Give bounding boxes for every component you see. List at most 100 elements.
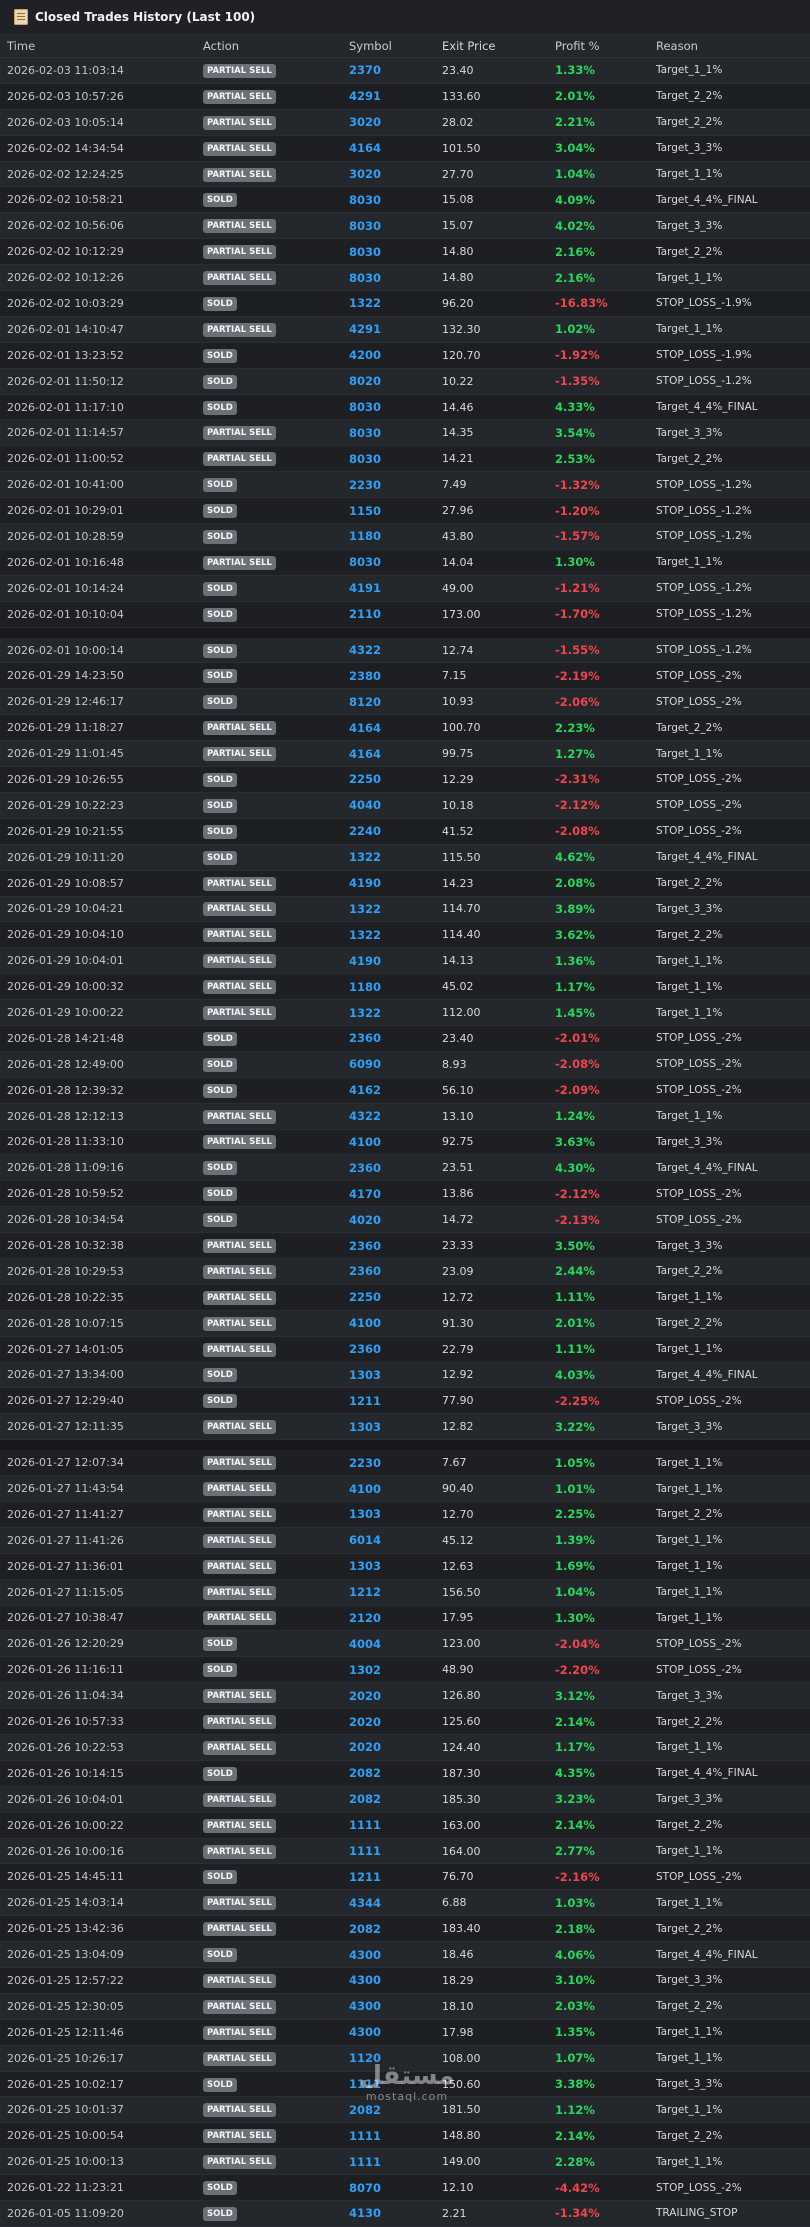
symbol-cell[interactable]: 4020 — [349, 1213, 442, 1227]
symbol-cell[interactable]: 4300 — [349, 2025, 442, 2039]
table-row[interactable]: 2026-01-27 11:36:01 PARTIAL SELL 1303 12.63… — [0, 1553, 810, 1580]
column-header-profit[interactable]: Profit % — [555, 39, 656, 53]
table-row[interactable]: 2026-01-28 12:39:32 SOLD 4162 56.10 -2.09% ST… — [0, 1077, 810, 1104]
symbol-cell[interactable]: 8030 — [349, 426, 442, 440]
table-row[interactable]: 2026-01-29 10:04:10 PARTIAL SELL 1322 114.4… — [0, 922, 810, 949]
table-row[interactable]: 2026-02-01 11:14:57 PARTIAL SELL 8030 14.35… — [0, 420, 810, 447]
table-row[interactable]: 2026-01-29 10:00:22 PARTIAL SELL 1322 112.0… — [0, 1000, 810, 1026]
symbol-cell[interactable]: 1303 — [349, 1368, 442, 1382]
table-row[interactable]: 2026-01-26 12:20:29 SOLD 4004 123.00 -2.04% S… — [0, 1631, 810, 1658]
table-row[interactable]: 2026-02-03 11:03:14 PARTIAL SELL 2370 23.40… — [0, 58, 810, 84]
symbol-cell[interactable]: 6090 — [349, 1057, 442, 1071]
table-row[interactable]: 2026-01-26 10:04:01 PARTIAL SELL 2082 185.3… — [0, 1786, 810, 1813]
symbol-cell[interactable]: 1303 — [349, 1559, 442, 1573]
symbol-cell[interactable]: 1322 — [349, 296, 442, 310]
table-row[interactable]: 2026-01-28 10:59:52 SOLD 4170 13.86 -2.12% ST… — [0, 1181, 810, 1208]
table-row[interactable]: 2026-01-27 11:15:05 PARTIAL SELL 1212 156.5… — [0, 1579, 810, 1606]
table-row[interactable]: 2026-01-26 11:04:34 PARTIAL SELL 2020 126.8… — [0, 1683, 810, 1710]
symbol-cell[interactable]: 2020 — [349, 1715, 442, 1729]
table-row[interactable]: 2026-02-01 11:00:52 PARTIAL SELL 8030 14.21… — [0, 446, 810, 473]
symbol-cell[interactable]: 4322 — [349, 1109, 442, 1123]
symbol-cell[interactable]: 4300 — [349, 1948, 442, 1962]
table-row[interactable]: 2026-01-28 12:12:13 PARTIAL SELL 4322 13.10… — [0, 1103, 810, 1130]
table-row[interactable]: 2026-01-27 12:29:40 SOLD 1211 77.90 -2.25% ST… — [0, 1388, 810, 1415]
table-row[interactable]: 2026-01-28 10:29:53 PARTIAL SELL 2360 23.09… — [0, 1258, 810, 1285]
symbol-cell[interactable]: 1111 — [349, 1844, 442, 1858]
table-row[interactable]: 2026-01-25 13:42:36 PARTIAL SELL 2082 183.4… — [0, 1916, 810, 1943]
symbol-cell[interactable]: 4190 — [349, 954, 442, 968]
table-row[interactable]: 2026-01-28 10:32:38 PARTIAL SELL 2360 23.33… — [0, 1233, 810, 1259]
symbol-cell[interactable]: 1150 — [349, 504, 442, 518]
symbol-cell[interactable]: 1111 — [349, 2129, 442, 2143]
symbol-cell[interactable]: 4164 — [349, 721, 442, 735]
table-row[interactable]: 2026-02-02 10:12:29 PARTIAL SELL 8030 14.80… — [0, 239, 810, 266]
table-row[interactable]: 2026-02-01 13:23:52 SOLD 4200 120.70 -1.92% S… — [0, 342, 810, 369]
symbol-cell[interactable]: 1303 — [349, 1420, 442, 1434]
symbol-cell[interactable]: 2082 — [349, 1792, 442, 1806]
table-row[interactable]: 2026-01-29 10:26:55 SOLD 2250 12.29 -2.31% ST… — [0, 767, 810, 793]
symbol-cell[interactable]: 4291 — [349, 322, 442, 336]
table-row[interactable]: 2026-02-01 10:14:24 SOLD 4191 49.00 -1.21% ST… — [0, 575, 810, 602]
table-row[interactable]: 2026-01-28 10:07:15 PARTIAL SELL 4100 91.30… — [0, 1310, 810, 1337]
table-row[interactable]: 2026-02-02 10:58:21 SOLD 8030 15.08 4.09% Tar… — [0, 187, 810, 214]
symbol-cell[interactable]: 6014 — [349, 1533, 442, 1547]
table-row[interactable]: 2026-02-03 10:05:14 PARTIAL SELL 3020 28.02… — [0, 109, 810, 136]
symbol-cell[interactable]: 3020 — [349, 115, 442, 129]
table-row[interactable]: 2026-01-26 10:00:16 PARTIAL SELL 1111 164.0… — [0, 1838, 810, 1865]
table-row[interactable]: 2026-01-28 14:21:48 SOLD 2360 23.40 -2.01% ST… — [0, 1025, 810, 1052]
table-row[interactable]: 2026-01-25 14:45:11 SOLD 1211 76.70 -2.16% ST… — [0, 1864, 810, 1891]
symbol-cell[interactable]: 4100 — [349, 1135, 442, 1149]
table-row[interactable]: 2026-01-29 10:22:23 SOLD 4040 10.18 -2.12% ST… — [0, 792, 810, 819]
symbol-cell[interactable]: 1180 — [349, 980, 442, 994]
table-row[interactable]: 2026-02-01 11:50:12 SOLD 8020 10.22 -1.35% ST… — [0, 368, 810, 395]
table-row[interactable]: 2026-01-28 10:22:35 PARTIAL SELL 2250 12.72… — [0, 1284, 810, 1311]
table-row[interactable]: 2026-02-01 10:16:48 PARTIAL SELL 8030 14.04… — [0, 549, 810, 576]
table-row[interactable]: 2026-01-26 10:22:53 PARTIAL SELL 2020 124.4… — [0, 1735, 810, 1761]
column-header-symbol[interactable]: Symbol — [349, 39, 442, 53]
table-row[interactable]: 2026-01-29 10:04:01 PARTIAL SELL 4190 14.13… — [0, 948, 810, 975]
symbol-cell[interactable]: 4322 — [349, 643, 442, 657]
symbol-cell[interactable]: 4190 — [349, 876, 442, 890]
table-row[interactable]: 2026-01-26 10:14:15 SOLD 2082 187.30 4.35% Ta… — [0, 1760, 810, 1787]
table-row[interactable]: 2026-01-29 10:11:20 SOLD 1322 115.50 4.62% Ta… — [0, 844, 810, 871]
symbol-cell[interactable]: 8070 — [349, 2181, 442, 2195]
table-row[interactable]: 2026-01-28 12:49:00 SOLD 6090 8.93 -2.08% STO… — [0, 1051, 810, 1078]
symbol-cell[interactable]: 2250 — [349, 1290, 442, 1304]
table-row[interactable]: 2026-01-25 10:26:17 PARTIAL SELL 1120 108.0… — [0, 2045, 810, 2072]
column-header-action[interactable]: Action — [203, 39, 349, 53]
table-row[interactable]: 2026-01-29 10:00:32 PARTIAL SELL 1180 45.02… — [0, 974, 810, 1001]
symbol-cell[interactable]: 2230 — [349, 478, 442, 492]
table-row[interactable]: 2026-01-26 10:00:22 PARTIAL SELL 1111 163.0… — [0, 1812, 810, 1839]
symbol-cell[interactable]: 1302 — [349, 1663, 442, 1677]
table-row[interactable]: 2026-01-26 10:57:33 PARTIAL SELL 2020 125.6… — [0, 1709, 810, 1735]
symbol-cell[interactable]: 2380 — [349, 669, 442, 683]
table-row[interactable]: 2026-01-28 10:34:54 SOLD 4020 14.72 -2.13% ST… — [0, 1207, 810, 1234]
symbol-cell[interactable]: 8030 — [349, 452, 442, 466]
table-row[interactable]: 2026-02-01 14:10:47 PARTIAL SELL 4291 132.3… — [0, 316, 810, 343]
symbol-cell[interactable]: 4291 — [349, 89, 442, 103]
symbol-cell[interactable]: 1303 — [349, 1507, 442, 1521]
table-row[interactable]: 2026-01-29 12:46:17 SOLD 8120 10.93 -2.06% ST… — [0, 689, 810, 716]
table-row[interactable]: 2026-02-02 10:56:06 PARTIAL SELL 8030 15.07… — [0, 213, 810, 240]
symbol-cell[interactable]: 2370 — [349, 63, 442, 77]
table-row[interactable]: 2026-01-29 10:08:57 PARTIAL SELL 4190 14.23… — [0, 870, 810, 897]
symbol-cell[interactable]: 4164 — [349, 747, 442, 761]
symbol-cell[interactable]: 2020 — [349, 1689, 442, 1703]
symbol-cell[interactable]: 1111 — [349, 2155, 442, 2169]
symbol-cell[interactable]: 1111 — [349, 1818, 442, 1832]
symbol-cell[interactable]: 4130 — [349, 2206, 442, 2220]
symbol-cell[interactable]: 3020 — [349, 167, 442, 181]
symbol-cell[interactable]: 2250 — [349, 772, 442, 786]
table-row[interactable]: 2026-01-27 12:11:35 PARTIAL SELL 1303 12.82… — [0, 1414, 810, 1441]
table-row[interactable]: 2026-01-25 12:11:46 PARTIAL SELL 4300 17.98… — [0, 2019, 810, 2046]
symbol-cell[interactable]: 2360 — [349, 1031, 442, 1045]
table-row[interactable]: 2026-01-27 14:01:05 PARTIAL SELL 2360 22.79… — [0, 1336, 810, 1363]
symbol-cell[interactable]: 2082 — [349, 1766, 442, 1780]
table-row[interactable]: 2026-02-01 10:10:04 SOLD 2110 173.00 -1.70% S… — [0, 601, 810, 628]
symbol-cell[interactable]: 1111 — [349, 2077, 442, 2091]
table-row[interactable]: 2026-01-27 11:41:27 PARTIAL SELL 1303 12.70… — [0, 1501, 810, 1528]
table-row[interactable]: 2026-01-25 10:01:37 PARTIAL SELL 2082 181.5… — [0, 2097, 810, 2124]
symbol-cell[interactable]: 4200 — [349, 348, 442, 362]
symbol-cell[interactable]: 4300 — [349, 1999, 442, 2013]
symbol-cell[interactable]: 4004 — [349, 1637, 442, 1651]
